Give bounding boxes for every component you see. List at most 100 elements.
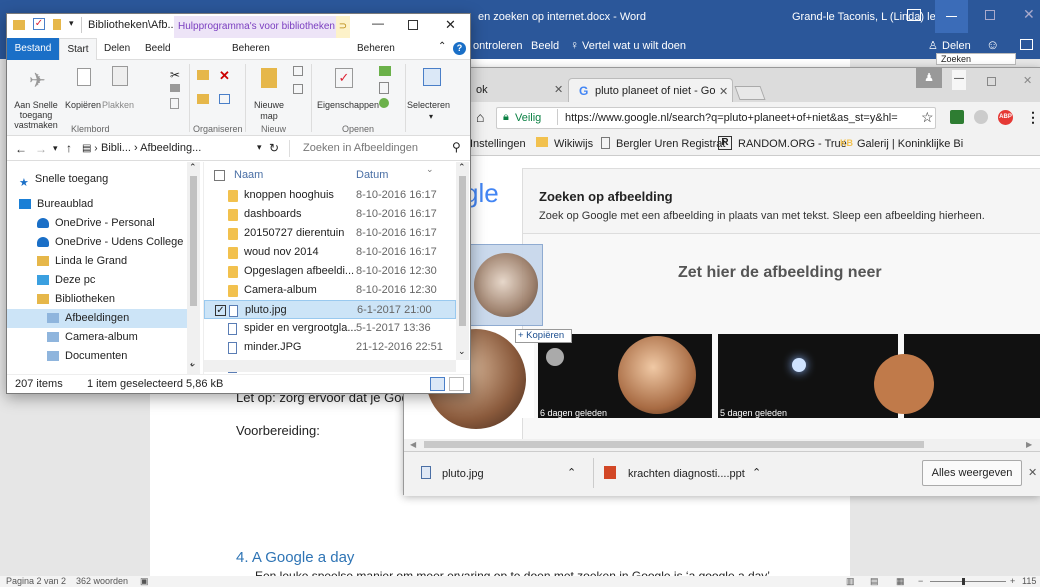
bookmark-item[interactable]: Galerij | Koninklijke Bi bbox=[857, 138, 963, 150]
bookmark-item[interactable]: Bergler Uren Registrat bbox=[616, 138, 725, 150]
ribbon-display-icon[interactable] bbox=[907, 9, 921, 21]
easy-access-icon[interactable] bbox=[293, 84, 303, 94]
zoom-thumb[interactable] bbox=[962, 578, 965, 585]
select-all-checkbox[interactable] bbox=[214, 170, 225, 181]
scroll-right-icon[interactable]: ▶ bbox=[1026, 440, 1032, 449]
row-checkbox[interactable] bbox=[214, 323, 225, 334]
file-row[interactable]: woud nov 2014 8-10-2016 16:17 bbox=[204, 243, 456, 262]
bookmark-star-icon[interactable]: ☆ bbox=[921, 109, 934, 126]
move-to-icon[interactable] bbox=[197, 70, 209, 80]
paste-button[interactable]: Plakken bbox=[102, 62, 138, 122]
open-icon[interactable] bbox=[379, 66, 391, 76]
column-date[interactable]: Datum bbox=[356, 166, 388, 185]
word-search-box[interactable]: Zoeken bbox=[936, 53, 1016, 65]
back-arrow-icon[interactable]: ← bbox=[15, 142, 27, 156]
file-row[interactable]: minder.JPG 21-12-2016 22:51 bbox=[204, 338, 456, 357]
select-button[interactable]: Selecteren ▾ bbox=[407, 62, 457, 122]
nav-item-pictures[interactable]: Afbeeldingen bbox=[7, 309, 187, 328]
chrome-close-button[interactable]: ✕ bbox=[1023, 74, 1032, 87]
scroll-down-icon[interactable]: ⌄ bbox=[458, 346, 466, 357]
address-dropdown-icon[interactable]: ▾ bbox=[257, 142, 262, 153]
bookmark-item[interactable]: RANDOM.ORG - True bbox=[738, 138, 847, 150]
file-row[interactable]: 20150727 dierentuin 8-10-2016 16:17 bbox=[204, 224, 456, 243]
scroll-up-icon[interactable]: ⌃ bbox=[189, 162, 197, 173]
home-icon[interactable]: ⌂ bbox=[476, 109, 484, 125]
chrome-maximize-button[interactable] bbox=[987, 77, 996, 86]
menu-dots-icon[interactable]: ⋮ bbox=[1026, 109, 1040, 126]
copy-path-icon[interactable] bbox=[170, 84, 180, 92]
forward-arrow-icon[interactable]: → bbox=[35, 142, 47, 156]
tab-delen[interactable]: Delen bbox=[104, 43, 130, 54]
horizontal-scrollbar[interactable]: ◀ ▶ bbox=[404, 439, 1040, 451]
profile-icon[interactable]: ♟ bbox=[916, 68, 942, 88]
refresh-icon[interactable]: ↻ bbox=[269, 141, 279, 155]
row-checkbox[interactable] bbox=[214, 209, 225, 220]
zoom-out-icon[interactable]: − bbox=[918, 576, 923, 586]
quick-access-icon[interactable] bbox=[53, 19, 61, 30]
nav-item-camera-roll[interactable]: Camera-album bbox=[47, 328, 138, 347]
status-words[interactable]: 362 woorden bbox=[76, 576, 128, 586]
edit-icon[interactable] bbox=[379, 82, 389, 94]
explorer-minimize-button[interactable]: — bbox=[372, 16, 384, 30]
tab-close-icon[interactable]: ✕ bbox=[554, 83, 563, 96]
nav-item-libraries[interactable]: Bibliotheken bbox=[37, 290, 115, 309]
tab-close-icon[interactable]: ✕ bbox=[719, 85, 728, 98]
chevron-up-icon[interactable]: ⌃ bbox=[438, 41, 446, 52]
scroll-left-icon[interactable]: ‹ bbox=[190, 359, 193, 369]
search-input[interactable]: Zoeken in Afbeeldingen bbox=[303, 142, 418, 154]
scroll-left-icon[interactable]: ◀ bbox=[410, 440, 416, 449]
chrome-minimize-button[interactable]: — bbox=[952, 70, 966, 90]
properties-button[interactable]: ✓ Eigenschappen bbox=[313, 62, 379, 122]
file-row[interactable]: knoppen hooghuis 8-10-2016 16:17 bbox=[204, 186, 456, 205]
show-all-button[interactable]: Alles weergeven bbox=[922, 460, 1022, 486]
explorer-maximize-button[interactable] bbox=[408, 20, 418, 30]
nav-item-onedrive-personal[interactable]: OneDrive - Personal bbox=[37, 214, 155, 233]
tiles-view-icon[interactable] bbox=[449, 377, 464, 391]
result-thumb[interactable] bbox=[874, 334, 1040, 418]
url-text[interactable]: https://www.google.nl/search?q=pluto+pla… bbox=[565, 112, 898, 124]
pin-button[interactable]: ✈ Aan Snelle toegang vastmaken bbox=[9, 62, 63, 130]
column-name[interactable]: Naam bbox=[234, 166, 263, 185]
zoom-in-icon[interactable]: + bbox=[1010, 576, 1015, 586]
scrollbar-thumb[interactable] bbox=[459, 176, 466, 326]
file-row[interactable]: dashboards 8-10-2016 16:17 bbox=[204, 205, 456, 224]
nav-item-onedrive-udens[interactable]: OneDrive - Udens College bbox=[37, 233, 183, 252]
tab-active[interactable]: G pluto planeet of niet - Go ✕ bbox=[568, 78, 733, 102]
tab-beheren[interactable]: Beheren bbox=[232, 43, 270, 54]
word-minimize-button[interactable] bbox=[935, 0, 968, 33]
row-checkbox[interactable] bbox=[214, 228, 225, 239]
copy-button[interactable]: Kopiëren bbox=[65, 62, 101, 122]
nav-item-this-pc[interactable]: Deze pc bbox=[37, 271, 95, 290]
web-layout-icon[interactable]: ▦ bbox=[896, 576, 905, 587]
tab-start[interactable]: Start bbox=[59, 38, 97, 60]
new-tab-button[interactable] bbox=[734, 86, 766, 100]
tell-me-box[interactable]: Vertel wat u wilt doen bbox=[582, 40, 686, 52]
row-checkbox[interactable] bbox=[214, 285, 225, 296]
menu-view[interactable]: Beeld bbox=[531, 40, 559, 52]
file-scrollbar[interactable]: ⌃ ⌄ bbox=[456, 162, 469, 360]
scroll-up-icon[interactable]: ⌃ bbox=[458, 162, 466, 173]
delete-icon[interactable]: ✕ bbox=[219, 68, 230, 84]
zoom-level[interactable]: 115 bbox=[1022, 576, 1036, 586]
nav-item-desktop[interactable]: Bureaublad bbox=[19, 195, 93, 214]
word-maximize-button[interactable] bbox=[985, 10, 995, 20]
paste-shortcut-icon[interactable] bbox=[170, 98, 179, 109]
history-icon[interactable] bbox=[379, 98, 389, 108]
download-item[interactable]: krachten diagnosti....ppt bbox=[628, 468, 745, 480]
details-view-icon[interactable] bbox=[430, 377, 445, 391]
new-item-icon[interactable] bbox=[293, 66, 303, 76]
download-item[interactable]: pluto.jpg bbox=[442, 468, 484, 480]
extension-icon[interactable] bbox=[974, 110, 988, 124]
file-row[interactable]: ✓ pluto.jpg 6-1-2017 21:00 bbox=[204, 300, 456, 319]
file-h-scrollbar[interactable]: ‹ bbox=[190, 359, 456, 372]
recent-chevron-icon[interactable]: ▾ bbox=[53, 143, 58, 154]
copy-to-icon[interactable] bbox=[197, 94, 209, 104]
share-button[interactable]: Delen bbox=[942, 40, 971, 52]
breadcrumb[interactable]: Bibli... › Afbeelding... bbox=[101, 142, 201, 154]
zoom-slider[interactable] bbox=[930, 578, 1006, 585]
up-arrow-icon[interactable]: ↑ bbox=[66, 141, 72, 155]
menu-review[interactable]: ontroleren bbox=[473, 40, 523, 52]
address-bar[interactable]: 🔒︎ Veilig https://www.google.nl/search?q… bbox=[496, 107, 936, 129]
row-checkbox[interactable] bbox=[214, 266, 225, 277]
word-close-button[interactable]: ✕ bbox=[1023, 6, 1035, 23]
